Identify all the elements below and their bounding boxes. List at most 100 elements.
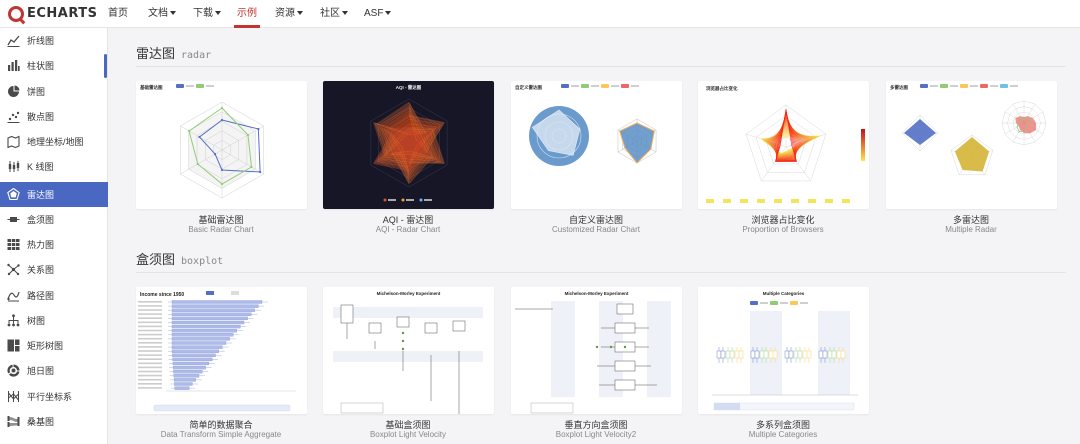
- sidebar-item-label: 柱状图: [27, 61, 55, 71]
- datazoom-handle: [714, 403, 740, 410]
- scatter-chart-icon: [7, 110, 20, 123]
- section-subtitle: radar: [181, 50, 212, 61]
- box-body: [171, 345, 223, 349]
- nav-item-0[interactable]: 首页: [108, 0, 128, 28]
- boxplot-icon: [7, 213, 20, 226]
- sidebar-item-scatter-chart[interactable]: 散点图: [0, 104, 108, 129]
- card-subtitle: Boxplot Light Velocity: [369, 430, 447, 439]
- category-label-placeholder: [138, 378, 162, 381]
- sidebar-item-bar-chart[interactable]: 柱状图: [0, 53, 108, 78]
- sidebar-item-line-chart[interactable]: 折线图: [0, 28, 108, 53]
- box-body: [614, 379, 636, 391]
- radar-point: [187, 129, 191, 133]
- legend-label-placeholder: [1010, 85, 1018, 87]
- echarts-logo[interactable]: ECHARTS: [8, 0, 104, 28]
- box-body: [171, 341, 227, 345]
- thumb-title: Multiple Categories: [763, 291, 805, 296]
- sidebar-item-label: 雷达图: [27, 190, 55, 200]
- legend-label-placeholder: [970, 85, 978, 87]
- nav-item-3[interactable]: 示例: [234, 0, 260, 28]
- sidebar-item-treemap[interactable]: 矩形树图: [0, 333, 108, 358]
- box-body: [174, 382, 193, 386]
- box-body: [738, 350, 744, 359]
- box-body: [759, 350, 765, 359]
- sidebar-item-label: 散点图: [27, 112, 55, 122]
- sidebar-item-label: 热力图: [27, 240, 55, 250]
- category-label-placeholder: [138, 329, 162, 332]
- box-body: [172, 353, 216, 357]
- legend-swatch: [790, 301, 798, 305]
- chart-thumbnail: 自定义雷达图: [515, 84, 657, 166]
- thumb-title: AQI - 雷达图: [396, 84, 422, 91]
- sidebar-item-lines[interactable]: 路径图: [0, 283, 108, 308]
- sidebar-item-radar-chart[interactable]: 雷达图: [0, 182, 108, 207]
- radar-series-area: [619, 122, 655, 164]
- category-label-placeholder: [138, 362, 162, 365]
- sidebar-item-tree[interactable]: 树图: [0, 308, 108, 333]
- radar-series-area: [954, 137, 990, 172]
- radar-chart-icon: [7, 188, 20, 201]
- sidebar-item-candlestick[interactable]: K 线图: [0, 154, 108, 179]
- box-body: [173, 378, 196, 382]
- legend-swatch: [1000, 84, 1008, 88]
- sidebar-item-sankey[interactable]: 桑基图: [0, 409, 108, 434]
- thumb-title: 自定义雷达图: [515, 84, 542, 91]
- example-card-radar-aqi[interactable]: AQI - 雷达图: [323, 81, 494, 209]
- nav-item-1[interactable]: 文档: [148, 0, 176, 28]
- nav-item-label: 示例: [237, 7, 257, 19]
- box-body: [171, 304, 259, 308]
- sidebar-item-heatmap[interactable]: 热力图: [0, 232, 108, 257]
- outlier-point: [401, 339, 405, 343]
- example-card-box-multi[interactable]: Multiple Categories: [698, 287, 869, 414]
- box-body: [171, 308, 255, 312]
- card-subtitle: Data Transform Simple Aggregate: [160, 430, 282, 439]
- sidebar-item-graph[interactable]: 关系图: [0, 257, 108, 282]
- nav-item-5[interactable]: 社区: [320, 0, 348, 28]
- nav-item-6[interactable]: ASF: [364, 0, 392, 28]
- card-subtitle: Boxplot Light Velocity2: [555, 430, 637, 439]
- box-body: [616, 303, 634, 315]
- legend-swatch: [196, 84, 204, 88]
- timeline-legend-swatch: [740, 199, 748, 203]
- category-label-placeholder: [138, 313, 162, 315]
- sidebar-item-sunburst[interactable]: 旭日图: [0, 358, 108, 383]
- sidebar-item-pie-chart[interactable]: 饼图: [0, 79, 108, 104]
- legend-swatch: [770, 301, 778, 305]
- timeline-legend-swatch: [791, 199, 799, 203]
- box-body: [793, 350, 799, 359]
- example-card-box-light2[interactable]: Michelson-Morley Experiment: [511, 287, 682, 414]
- legend-swatch: [419, 198, 423, 202]
- box-body: [174, 386, 190, 390]
- legend-label-placeholder: [760, 302, 768, 304]
- nav-item-4[interactable]: 资源: [275, 0, 303, 28]
- example-card-radar-browsers[interactable]: 浏览器占比变化: [698, 81, 869, 209]
- radar-point: [220, 106, 224, 110]
- example-card-radar-basic[interactable]: 基础雷达图: [136, 81, 307, 209]
- radar-point: [198, 135, 201, 139]
- box-body: [614, 322, 636, 334]
- card-subtitle: Customized Radar Chart: [551, 225, 641, 234]
- category-label-placeholder: [138, 370, 162, 373]
- legend-label-placeholder: [930, 85, 938, 87]
- sidebar-item-parallel[interactable]: 平行坐标系: [0, 384, 108, 409]
- sidebar-item-map[interactable]: 地理坐标/地图: [0, 129, 108, 154]
- nav-item-2[interactable]: 下载: [193, 0, 221, 28]
- nav-item-label: 文档: [148, 7, 168, 19]
- radar-series-area: [904, 119, 936, 145]
- example-card-box-light[interactable]: Michelson-Morley Experiment: [323, 287, 494, 414]
- sidebar-item-label: 地理坐标/地图: [27, 137, 84, 147]
- graph-icon: [7, 263, 20, 276]
- category-label-placeholder: [138, 325, 162, 328]
- sidebar-item-boxplot[interactable]: 盒须图: [0, 207, 108, 232]
- example-card-radar-multiple[interactable]: 多雷达图: [886, 81, 1057, 209]
- timeline-legend-swatch: [808, 199, 816, 203]
- sidebar-item-label: 饼图: [27, 87, 46, 97]
- section-divider: [136, 272, 1066, 273]
- example-card-box-aggregate[interactable]: Income since 1950: [136, 287, 307, 414]
- outlier-point: [595, 345, 599, 349]
- thumb-title: Michelson-Morley Experiment: [565, 291, 629, 296]
- example-card-radar-custom[interactable]: 自定义雷达图: [511, 81, 682, 209]
- legend-swatch: [231, 291, 239, 295]
- timeline-legend-swatch: [842, 199, 850, 203]
- category-label-placeholder: [138, 350, 162, 352]
